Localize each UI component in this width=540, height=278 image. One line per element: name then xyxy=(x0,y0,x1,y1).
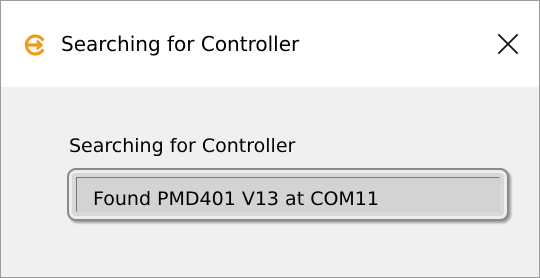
title-bar[interactable]: Searching for Controller xyxy=(1,1,539,87)
orange-circular-arrow-icon xyxy=(22,32,48,58)
close-icon xyxy=(485,33,529,71)
close-button[interactable] xyxy=(485,23,529,67)
status-display-field: Found PMD401 V13 at COM11 xyxy=(67,168,509,221)
status-label: Searching for Controller xyxy=(69,135,296,157)
dialog-content: Searching for Controller Found PMD401 V1… xyxy=(1,87,539,277)
dialog-window: Searching for Controller Searching for C… xyxy=(0,0,540,278)
status-value: Found PMD401 V13 at COM11 xyxy=(93,188,379,210)
window-title: Searching for Controller xyxy=(61,32,300,56)
status-field-inner: Found PMD401 V13 at COM11 xyxy=(76,177,500,212)
